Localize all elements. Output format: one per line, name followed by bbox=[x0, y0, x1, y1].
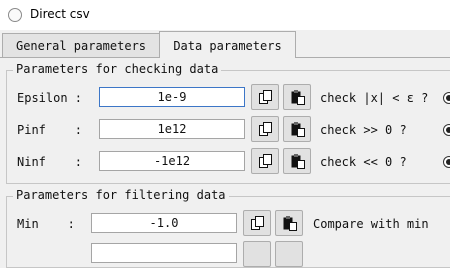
epsilon-check-text: check |x| < ε ? bbox=[320, 91, 429, 105]
paste-icon bbox=[291, 90, 305, 105]
pinf-input[interactable]: 1e12 bbox=[99, 119, 245, 139]
ninf-paste-button[interactable] bbox=[283, 148, 311, 174]
filtering-data-group: Parameters for filtering data Min : -1.0… bbox=[6, 188, 450, 268]
checking-data-title: Parameters for checking data bbox=[13, 62, 222, 76]
copy-icon bbox=[259, 154, 272, 168]
window-title: Direct csv bbox=[30, 7, 90, 21]
pinf-check-radio[interactable] bbox=[443, 124, 450, 136]
epsilon-paste-button[interactable] bbox=[283, 84, 311, 110]
paste-icon bbox=[283, 216, 297, 231]
max-input[interactable] bbox=[91, 243, 237, 263]
app-circle-icon bbox=[8, 8, 22, 22]
ninf-label: Ninf : bbox=[17, 155, 83, 169]
min-label: Min : bbox=[17, 217, 75, 231]
copy-icon bbox=[259, 122, 272, 136]
ninf-check-radio[interactable] bbox=[443, 156, 450, 168]
ninf-input[interactable]: -1e12 bbox=[99, 151, 245, 171]
epsilon-check-radio[interactable] bbox=[443, 92, 450, 104]
min-copy-button[interactable] bbox=[243, 210, 271, 236]
epsilon-label: Epsilon : bbox=[17, 91, 83, 105]
filtering-data-title: Parameters for filtering data bbox=[13, 188, 229, 202]
title-bar: Direct csv bbox=[0, 0, 450, 30]
tab-general-parameters[interactable]: General parameters bbox=[2, 33, 160, 57]
paste-icon bbox=[291, 122, 305, 137]
pinf-check-text: check >> 0 ? bbox=[320, 123, 407, 137]
pinf-copy-button[interactable] bbox=[251, 116, 279, 142]
ninf-copy-button[interactable] bbox=[251, 148, 279, 174]
tab-data-parameters[interactable]: Data parameters bbox=[159, 31, 296, 58]
checking-data-group: Parameters for checking data Epsilon : 1… bbox=[6, 62, 450, 184]
copy-icon bbox=[259, 90, 272, 104]
tab-bar: General parameters Data parameters bbox=[0, 31, 450, 58]
min-compare-text: Compare with min bbox=[313, 217, 429, 231]
paste-icon bbox=[291, 154, 305, 169]
max-copy-button[interactable] bbox=[243, 241, 271, 267]
epsilon-input[interactable]: 1e-9 bbox=[99, 87, 245, 107]
epsilon-copy-button[interactable] bbox=[251, 84, 279, 110]
pinf-paste-button[interactable] bbox=[283, 116, 311, 142]
max-paste-button[interactable] bbox=[275, 241, 303, 267]
min-input[interactable]: -1.0 bbox=[91, 213, 237, 233]
pinf-label: Pinf : bbox=[17, 123, 83, 137]
min-paste-button[interactable] bbox=[275, 210, 303, 236]
copy-icon bbox=[251, 216, 264, 230]
ninf-check-text: check << 0 ? bbox=[320, 155, 407, 169]
